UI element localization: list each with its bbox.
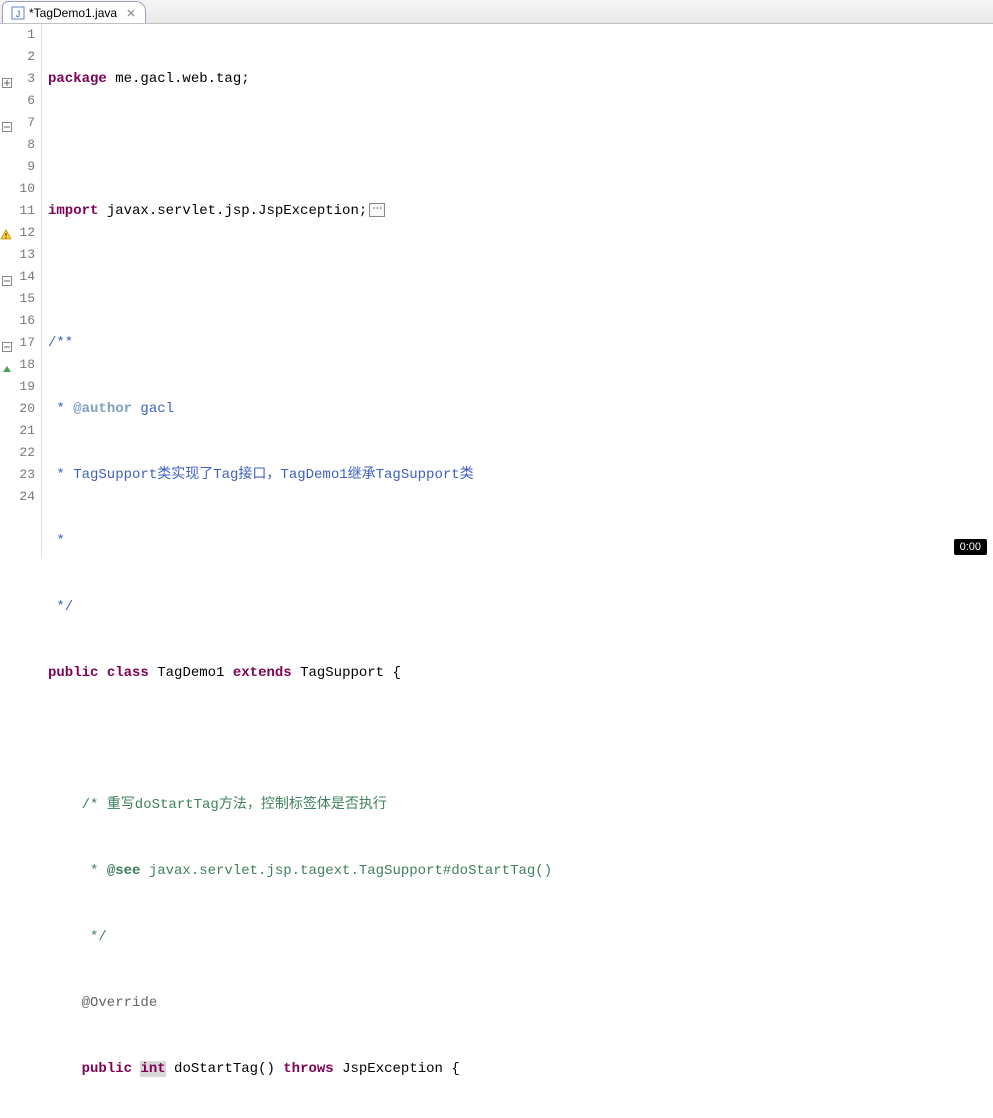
line-number[interactable]: 2 (0, 46, 35, 68)
code-line[interactable]: * @author gacl (48, 398, 993, 420)
fold-expanded-icon[interactable] (2, 118, 12, 128)
line-number[interactable]: 9 (0, 156, 35, 178)
code-line[interactable]: * TagSupport类实现了Tag接口，TagDemo1继承TagSuppo… (48, 464, 993, 486)
line-number[interactable]: 11 (0, 200, 35, 222)
code-text-area[interactable]: package me.gacl.web.tag; import javax.se… (42, 24, 993, 559)
code-line[interactable] (48, 134, 993, 156)
line-number[interactable]: 7 (0, 112, 35, 134)
line-number[interactable]: 8 (0, 134, 35, 156)
line-number[interactable]: 16 (0, 310, 35, 332)
code-line[interactable]: /* 重写doStartTag方法，控制标签体是否执行 (48, 794, 993, 816)
editor-tab[interactable]: J *TagDemo1.java (2, 1, 146, 23)
code-line[interactable]: */ (48, 926, 993, 948)
close-icon[interactable] (125, 7, 137, 19)
code-line[interactable]: * (48, 530, 993, 552)
code-line[interactable]: @Override (48, 992, 993, 1014)
editor-area: 1 2 3 6 7 8 9 10 11 12 13 (0, 24, 993, 559)
line-number[interactable]: 15 (0, 288, 35, 310)
line-number[interactable]: 6 (0, 90, 35, 112)
code-line[interactable]: */ (48, 596, 993, 618)
line-number[interactable]: 14 (0, 266, 35, 288)
line-number[interactable]: 23 (0, 464, 35, 486)
code-line[interactable]: package me.gacl.web.tag; (48, 68, 993, 90)
line-number[interactable]: 22 (0, 442, 35, 464)
warning-icon[interactable] (0, 227, 12, 239)
folded-region-icon[interactable]: ⋯ (369, 203, 385, 217)
code-line[interactable]: import javax.servlet.jsp.JspException;⋯ (48, 200, 993, 222)
gutter[interactable]: 1 2 3 6 7 8 9 10 11 12 13 (0, 24, 42, 559)
fold-expanded-icon[interactable] (2, 338, 12, 348)
code-line[interactable]: public int doStartTag() throws JspExcept… (48, 1058, 993, 1080)
tab-title: *TagDemo1.java (29, 6, 117, 20)
tab-bar: J *TagDemo1.java (0, 0, 993, 24)
line-number[interactable]: 24 (0, 486, 35, 508)
line-number[interactable]: 17 (0, 332, 35, 354)
line-number[interactable]: 19 (0, 376, 35, 398)
code-line[interactable]: * @see javax.servlet.jsp.tagext.TagSuppo… (48, 860, 993, 882)
code-line[interactable]: /** (48, 332, 993, 354)
line-number[interactable]: 18 (0, 354, 35, 376)
java-file-icon: J (11, 6, 25, 20)
line-number[interactable]: 20 (0, 398, 35, 420)
line-number[interactable]: 1 (0, 24, 35, 46)
line-number[interactable]: 10 (0, 178, 35, 200)
line-number[interactable]: 3 (0, 68, 35, 90)
recording-time-badge: 0:00 (954, 539, 987, 555)
code-line[interactable] (48, 728, 993, 750)
svg-text:J: J (16, 9, 21, 19)
fold-collapsed-icon[interactable] (2, 74, 12, 84)
code-line[interactable] (48, 266, 993, 288)
line-number[interactable]: 21 (0, 420, 35, 442)
line-number[interactable]: 13 (0, 244, 35, 266)
code-line[interactable]: public class TagDemo1 extends TagSupport… (48, 662, 993, 684)
line-number[interactable]: 12 (0, 222, 35, 244)
fold-expanded-icon[interactable] (2, 272, 12, 282)
